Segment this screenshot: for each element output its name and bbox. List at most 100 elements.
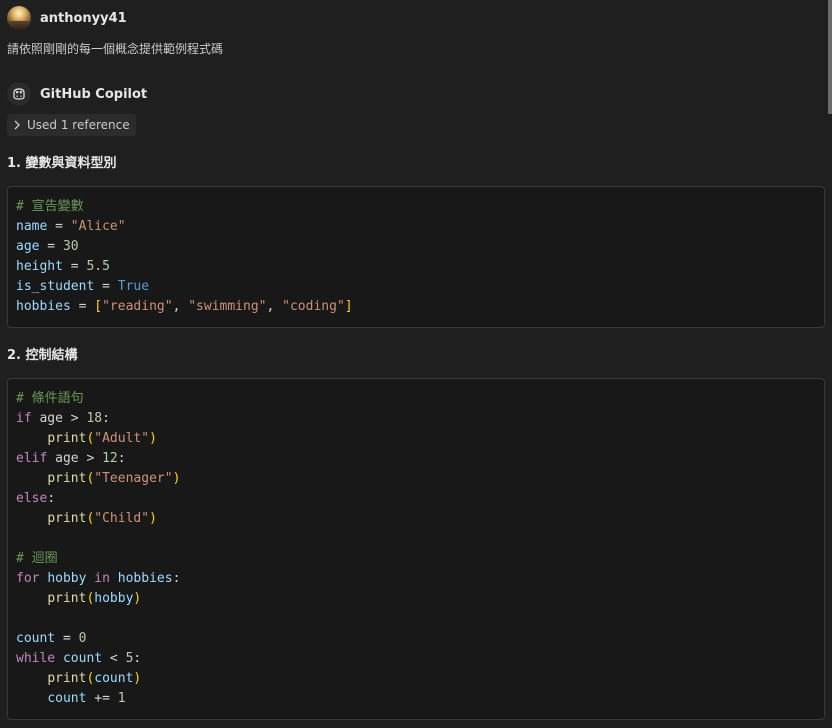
assistant-message-header: GitHub Copilot bbox=[7, 82, 147, 106]
code-token: = bbox=[55, 631, 79, 646]
code-block[interactable]: # 宣告變數 name = "Alice" age = 30 height = 5.5… bbox=[7, 186, 825, 328]
code-token: , bbox=[172, 299, 189, 314]
code-token: age bbox=[31, 411, 71, 426]
code-token: # 迴圈 bbox=[16, 551, 58, 566]
code-token: < bbox=[102, 651, 126, 666]
code-token: print bbox=[47, 471, 87, 486]
code-token: += bbox=[86, 691, 118, 706]
code-line: for hobby in hobbies: bbox=[16, 569, 816, 589]
code-line: name = "Alice" bbox=[16, 217, 816, 237]
code-token: "Child" bbox=[94, 511, 150, 526]
code-token: hobby bbox=[94, 591, 134, 606]
user-message-header: anthonyy41 bbox=[7, 6, 127, 30]
code-token: hobbies bbox=[117, 571, 173, 586]
code-token: if bbox=[16, 411, 32, 426]
section-title: 2. 控制結構 bbox=[7, 348, 78, 363]
code-token: "reading" bbox=[102, 299, 173, 314]
code-token: : bbox=[47, 491, 56, 506]
code-token: age bbox=[16, 239, 40, 254]
code-token: count bbox=[16, 631, 56, 646]
code-token: for bbox=[16, 571, 40, 586]
code-line: hobbies = ["reading", "swimming", "codin… bbox=[16, 297, 816, 317]
code-token: elif bbox=[16, 451, 48, 466]
code-token: print bbox=[47, 431, 87, 446]
code-line: is_student = True bbox=[16, 277, 816, 297]
code-token: ) bbox=[149, 511, 157, 526]
code-token: = bbox=[94, 279, 118, 294]
code-token: # 條件語句 bbox=[16, 391, 84, 406]
code-token: ) bbox=[133, 671, 142, 686]
code-token: "Adult" bbox=[94, 431, 150, 446]
code-line: count = 0 bbox=[16, 629, 816, 649]
code-token: while bbox=[16, 651, 56, 666]
user-avatar bbox=[7, 6, 31, 30]
code-line: print("Teenager") bbox=[16, 469, 816, 489]
code-token: age bbox=[47, 451, 87, 466]
code-token: = bbox=[39, 239, 63, 254]
code-token: print bbox=[47, 671, 87, 686]
code-token: hobbies bbox=[16, 299, 71, 314]
code-line: elif age > 12: bbox=[16, 449, 816, 469]
chevron-right-icon bbox=[13, 120, 21, 130]
code-token: else bbox=[16, 491, 48, 506]
assistant-name: GitHub Copilot bbox=[40, 86, 148, 102]
user-message-text: 請依照剛剛的每一個概念提供範例程式碼 bbox=[7, 42, 224, 56]
code-line: print(hobby) bbox=[16, 589, 816, 609]
code-token: ] bbox=[344, 299, 353, 314]
code-token: ) bbox=[172, 471, 181, 486]
code-token: "coding" bbox=[282, 299, 345, 314]
code-token: print bbox=[47, 511, 87, 526]
code-token: = bbox=[47, 219, 71, 234]
code-line: # 宣告變數 bbox=[16, 197, 816, 217]
code-token: "Alice" bbox=[70, 219, 126, 234]
code-token: count bbox=[94, 671, 134, 686]
used-references-toggle[interactable]: Used 1 reference bbox=[7, 114, 136, 136]
code-token: height bbox=[16, 259, 63, 274]
code-line: # 條件語句 bbox=[16, 389, 816, 409]
scrollbar[interactable] bbox=[828, 0, 832, 114]
code-line: age = 30 bbox=[16, 237, 816, 257]
code-token: count bbox=[62, 651, 103, 666]
code-token: # 宣告變數 bbox=[16, 199, 84, 214]
code-token: "Teenager" bbox=[94, 471, 173, 486]
code-line: if age > 18: bbox=[16, 409, 816, 429]
copilot-icon bbox=[7, 82, 31, 106]
code-token: [ bbox=[94, 299, 103, 314]
section-title: 1. 變數與資料型別 bbox=[7, 156, 117, 171]
code-token: 30 bbox=[62, 239, 79, 254]
code-token: > bbox=[70, 411, 79, 426]
code-line: while count < 5: bbox=[16, 649, 816, 669]
code-line: # 迴圈 bbox=[16, 549, 816, 569]
code-token: : bbox=[133, 651, 142, 666]
code-token: = bbox=[62, 259, 87, 274]
code-token: : bbox=[117, 451, 126, 466]
code-token: print bbox=[47, 591, 87, 606]
code-token: True bbox=[117, 279, 150, 294]
code-line: print("Adult") bbox=[16, 429, 816, 449]
code-token: , bbox=[266, 299, 283, 314]
code-token: is_student bbox=[16, 279, 95, 294]
code-token: hobby bbox=[47, 571, 87, 586]
code-token: count bbox=[47, 691, 87, 706]
code-token: 0 bbox=[78, 631, 87, 646]
code-line: print(count) bbox=[16, 669, 816, 689]
user-name: anthonyy41 bbox=[40, 10, 127, 26]
code-token: 18 bbox=[86, 411, 103, 426]
code-token: 12 bbox=[102, 451, 118, 466]
code-token: ) bbox=[133, 591, 142, 606]
code-token: 1 bbox=[117, 691, 126, 706]
code-token: : bbox=[172, 571, 181, 586]
code-block[interactable]: # 條件語句 if age > 18: print("Adult") elif ag… bbox=[7, 378, 825, 720]
code-line: height = 5.5 bbox=[16, 257, 816, 277]
code-token: : bbox=[102, 411, 110, 426]
